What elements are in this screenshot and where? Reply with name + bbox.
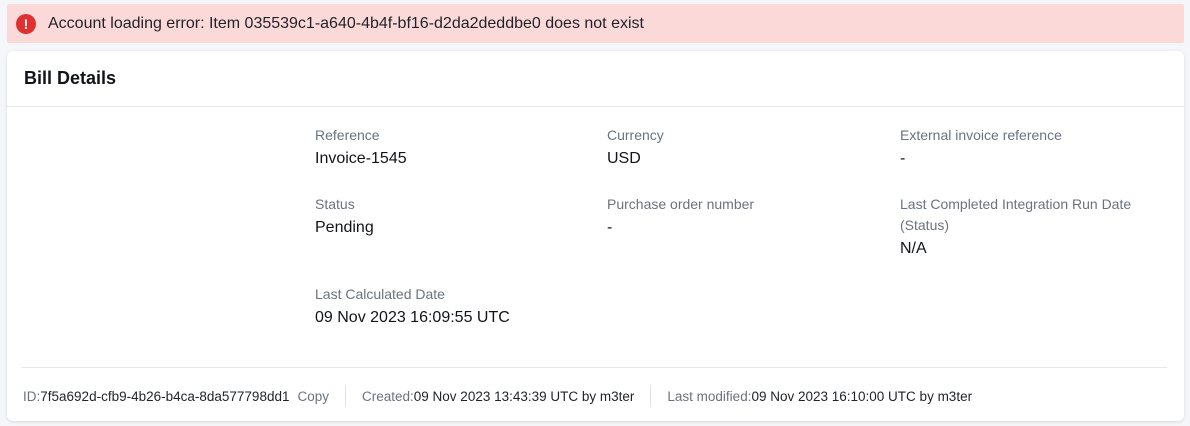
field-purchase-order-number: Purchase order number -: [607, 194, 867, 240]
record-footer: ID: 7f5a692d-cfb9-4b26-b4ca-8da577798dd1…: [23, 384, 972, 408]
id-value: 7f5a692d-cfb9-4b26-b4ca-8da577798dd1: [40, 388, 290, 404]
footer-divider: [22, 367, 1167, 368]
footer-separator: [345, 385, 346, 407]
field-status: Status Pending: [315, 194, 575, 240]
error-alert: ! Account loading error: Item 035539c1-a…: [7, 4, 1184, 43]
field-label: External invoice reference: [900, 127, 1062, 143]
field-reference: Reference Invoice-1545: [315, 125, 575, 171]
field-label: Status: [315, 196, 355, 212]
field-last-calculated-date: Last Calculated Date 09 Nov 2023 16:09:5…: [315, 284, 575, 330]
field-label: Last Completed Integration Run Date (Sta…: [900, 196, 1132, 233]
field-last-integration-run: Last Completed Integration Run Date (Sta…: [900, 194, 1160, 261]
bill-details-card: Bill Details Reference Invoice-1545 Curr…: [7, 51, 1184, 421]
error-message: Account loading error: Item 035539c1-a64…: [48, 14, 644, 32]
created-value: 09 Nov 2023 13:43:39 UTC by m3ter: [413, 388, 635, 404]
field-value: 09 Nov 2023 16:09:55 UTC: [315, 309, 510, 326]
field-external-invoice-reference: External invoice reference -: [900, 125, 1160, 171]
error-icon: !: [16, 13, 36, 34]
field-label: Last Calculated Date: [315, 286, 445, 302]
field-currency: Currency USD: [607, 125, 867, 171]
field-value: Pending: [315, 219, 374, 236]
field-label: Currency: [607, 127, 664, 143]
field-value: -: [900, 150, 906, 167]
created-label: Created:: [362, 388, 414, 404]
field-value: N/A: [900, 240, 927, 257]
id-label: ID:: [23, 388, 41, 404]
modified-label: Last modified:: [667, 388, 752, 404]
card-header: Bill Details: [7, 51, 1184, 107]
modified-value: 09 Nov 2023 16:10:00 UTC by m3ter: [751, 388, 973, 404]
card-title: Bill Details: [24, 68, 117, 88]
copy-id-button[interactable]: Copy: [297, 389, 329, 404]
field-value: -: [607, 219, 613, 236]
field-label: Reference: [315, 127, 380, 143]
field-value: Invoice-1545: [315, 150, 407, 167]
field-value: USD: [607, 150, 641, 167]
field-label: Purchase order number: [607, 196, 755, 212]
footer-separator: [650, 385, 652, 407]
